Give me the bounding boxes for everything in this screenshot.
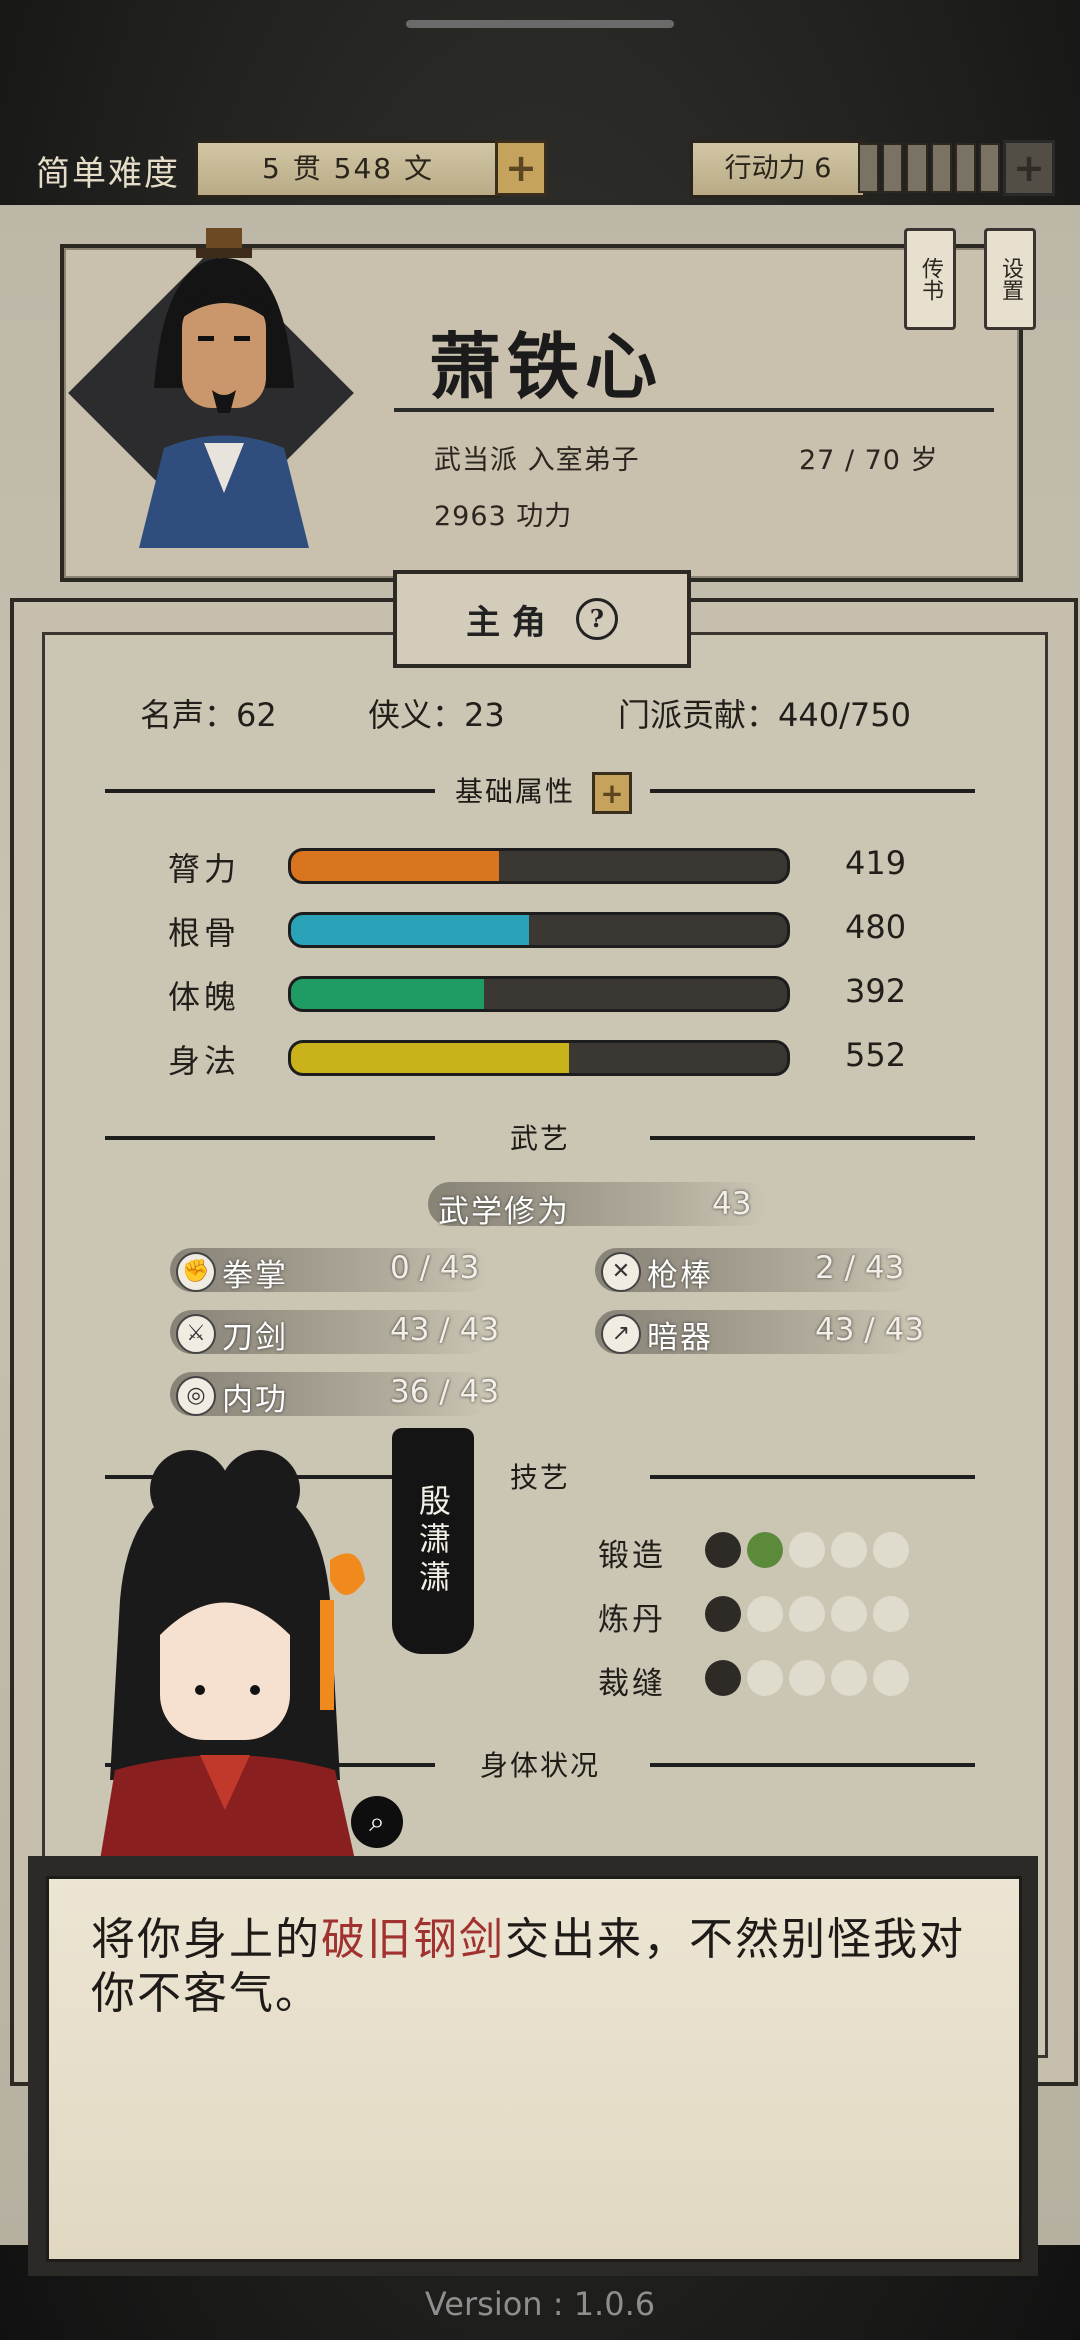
craft-label: 裁缝: [598, 1666, 666, 1702]
profile-card: 萧铁心 武当派 入室弟子 27 / 70 岁 2963 功力 传书 设置: [60, 228, 1036, 582]
craft-level-icon: [873, 1596, 909, 1632]
skill-label: 暗器: [647, 1320, 713, 1356]
craft-level-icon: [747, 1532, 783, 1568]
attribute-value: 552: [845, 1036, 907, 1074]
sword-icon: ⚔: [176, 1314, 216, 1354]
add-attribute-button[interactable]: +: [592, 772, 632, 814]
dialog-text-before: 将你身上的: [91, 1914, 321, 1965]
craft-level-icon: [789, 1596, 825, 1632]
plus-icon: +: [1013, 146, 1045, 190]
skill-label: 刀剑: [222, 1320, 288, 1356]
skill-label: 枪棒: [647, 1258, 713, 1294]
attribute-bar: [288, 912, 790, 948]
divider: [394, 408, 994, 412]
craft-level-icon: [747, 1660, 783, 1696]
skill-label: 内功: [222, 1382, 288, 1418]
attributes-header: 基础属性: [105, 770, 975, 810]
attribute-label: 根骨: [168, 914, 241, 952]
attribute-bar-fill: [291, 851, 500, 881]
craft-level-icon: [831, 1532, 867, 1568]
fame-stat: 名声：62: [140, 696, 277, 734]
skill-value: 36 / 43: [390, 1374, 500, 1410]
skill-value: 0 / 43: [390, 1250, 480, 1286]
attribute-bar: [288, 848, 790, 884]
craft-label: 锻造: [598, 1538, 666, 1574]
tab-protagonist[interactable]: 主 角 ?: [393, 570, 691, 668]
craft-level-icon: [705, 1660, 741, 1696]
craft-level-icon: [831, 1660, 867, 1696]
attribute-bar-fill: [291, 1043, 569, 1073]
dialog-inner: 将你身上的破旧钢剑交出来，不然别怪我对你不客气。: [46, 1876, 1022, 2262]
hero-power: 2963 功力: [434, 501, 573, 532]
plus-icon: +: [505, 146, 537, 190]
contribution-stat: 门派贡献：440/750: [618, 696, 911, 734]
dart-icon: ↗: [601, 1314, 641, 1354]
attributes-title: 基础属性: [454, 775, 575, 808]
attribute-bar: [288, 976, 790, 1012]
craft-level-icon: [789, 1660, 825, 1696]
craft-level-icons: [705, 1596, 909, 1632]
craft-level-icon: [831, 1596, 867, 1632]
attribute-value: 480: [845, 908, 907, 946]
dialog-item-highlight: 破旧钢剑: [321, 1914, 505, 1965]
npc-name-banner: 殷潇潇: [392, 1428, 474, 1654]
craft-level-icon: [705, 1596, 741, 1632]
craft-level-icon: [873, 1532, 909, 1568]
attribute-value: 392: [845, 972, 907, 1010]
hero-portrait: [139, 228, 309, 548]
hero-age: 27 / 70 岁: [799, 445, 939, 476]
attribute-bar: [288, 1040, 790, 1076]
skill-label: 拳掌: [222, 1258, 288, 1294]
home-indicator: [406, 20, 674, 28]
add-money-button[interactable]: +: [495, 140, 547, 196]
craft-level-icon: [747, 1596, 783, 1632]
money-display: 5 贯 548 文: [195, 140, 501, 198]
hero-sect: 武当派 入室弟子: [434, 445, 640, 476]
add-action-points-button[interactable]: +: [1003, 140, 1055, 196]
craft-level-icons: [705, 1532, 909, 1568]
cultivation-label: 武学修为: [438, 1194, 570, 1230]
tab-label: 主 角: [466, 602, 546, 643]
fist-icon: ✊: [176, 1252, 216, 1292]
attribute-bar-fill: [291, 915, 530, 945]
attribute-label: 膂力: [168, 850, 241, 888]
zoom-icon[interactable]: ⌕: [351, 1796, 403, 1848]
craft-label: 炼丹: [598, 1602, 666, 1638]
craft-level-icons: [705, 1660, 909, 1696]
dialog-text: 将你身上的破旧钢剑交出来，不然别怪我对你不客气。: [91, 1913, 991, 2021]
hero-name: 萧铁心: [429, 324, 664, 409]
martial-header: 武艺: [105, 1117, 975, 1157]
spear-icon: ✕: [601, 1252, 641, 1292]
attribute-label: 体魄: [168, 978, 241, 1016]
difficulty-label: 简单难度: [36, 154, 180, 194]
top-bar: 简单难度 5 贯 548 文 + 行动力 6 +: [0, 130, 1080, 204]
attribute-value: 419: [845, 844, 907, 882]
craft-level-icon: [873, 1660, 909, 1696]
attribute-label: 身法: [168, 1042, 241, 1080]
help-icon[interactable]: ?: [575, 598, 618, 640]
plus-icon: +: [600, 776, 624, 810]
skill-value: 2 / 43: [815, 1250, 905, 1286]
skill-value: 43 / 43: [390, 1312, 500, 1348]
cultivation-value: 43: [712, 1186, 752, 1222]
martial-title: 武艺: [509, 1122, 570, 1155]
skill-value: 43 / 43: [815, 1312, 925, 1348]
inner-power-icon: ◎: [176, 1376, 216, 1416]
version-label: Version : 1.0.6: [424, 2285, 656, 2323]
attribute-bar-fill: [291, 979, 485, 1009]
letters-tag-button[interactable]: 传书: [904, 228, 956, 330]
chivalry-stat: 侠义：23: [368, 696, 505, 734]
craft-level-icon: [705, 1532, 741, 1568]
dialog-box[interactable]: 将你身上的破旧钢剑交出来，不然别怪我对你不客气。: [28, 1856, 1038, 2276]
action-points-bar: [858, 143, 1001, 193]
action-points-display: 行动力 6: [690, 140, 866, 198]
craft-level-icon: [789, 1532, 825, 1568]
settings-tag-button[interactable]: 设置: [984, 228, 1036, 330]
npc-portrait: [100, 1450, 365, 1860]
